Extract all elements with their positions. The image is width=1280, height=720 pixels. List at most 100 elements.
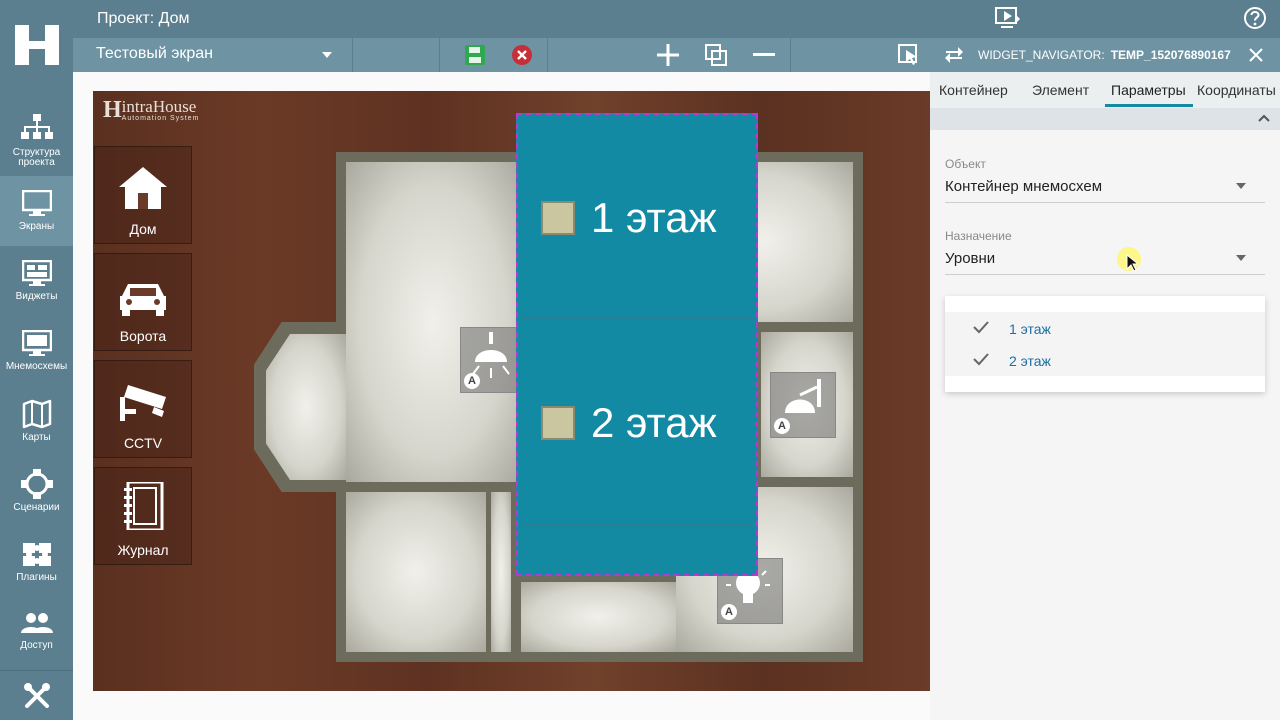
save-button[interactable] bbox=[453, 38, 497, 72]
house-icon bbox=[119, 167, 167, 209]
editor-toolbar: Тестовый экран bbox=[73, 38, 930, 72]
tools-button[interactable] bbox=[0, 670, 73, 720]
remove-button[interactable] bbox=[742, 38, 786, 72]
panel-header: WIDGET_NAVIGATOR: TEMP_152076890167 bbox=[930, 38, 1280, 72]
select-pointer-icon bbox=[898, 44, 917, 65]
purpose-underline bbox=[945, 274, 1265, 275]
auto-mode-badge: A bbox=[774, 418, 790, 434]
living-room bbox=[346, 162, 521, 482]
left-sidebar: Структура проекта Экраны Виджеты Мнемосх… bbox=[0, 0, 73, 720]
tab-coordinates[interactable]: Координаты bbox=[1197, 82, 1276, 98]
dropdown-option[interactable]: 2 этаж bbox=[945, 344, 1265, 376]
screen-select[interactable]: Тестовый экран bbox=[73, 38, 353, 72]
tile-label: Ворота bbox=[119, 328, 167, 344]
sidebar-item-label: Экраны bbox=[18, 221, 55, 232]
sidebar-item-label: Мнемосхемы bbox=[5, 361, 68, 372]
project-title: Проект: Дом bbox=[97, 10, 190, 27]
option-label: 1 этаж bbox=[1009, 321, 1051, 337]
active-tab-indicator bbox=[1105, 104, 1193, 107]
check-icon bbox=[973, 321, 989, 334]
logo-name: intraHouse bbox=[121, 97, 197, 116]
mnemo-icon bbox=[21, 330, 52, 356]
scenario-icon bbox=[20, 469, 53, 499]
tile-label: Дом bbox=[129, 221, 157, 237]
level-2-item[interactable]: 2 этаж bbox=[521, 322, 753, 525]
tile-journal[interactable]: Журнал bbox=[94, 467, 192, 565]
map-icon bbox=[22, 399, 51, 429]
minus-icon bbox=[753, 53, 775, 56]
sidebar-item-scenarios[interactable]: Сценарии bbox=[0, 456, 73, 526]
tile-label: Журнал bbox=[117, 542, 169, 558]
logo-subtitle: Automation System bbox=[121, 115, 200, 122]
preview-button[interactable] bbox=[995, 6, 1021, 37]
screen-select-value: Тестовый экран bbox=[96, 45, 213, 62]
sidebar-item-label: Виджеты bbox=[15, 291, 58, 302]
sidebar-item-mnemo[interactable]: Мнемосхемы bbox=[0, 316, 73, 386]
sidebar-item-label: Плагины bbox=[16, 572, 57, 583]
level-1-item[interactable]: 1 этаж bbox=[521, 117, 753, 320]
level-chip-icon bbox=[541, 200, 575, 235]
plus-icon bbox=[657, 44, 679, 66]
puzzle-icon bbox=[22, 543, 51, 566]
chevron-down-icon bbox=[1236, 183, 1246, 189]
panel-title: WIDGET_NAVIGATOR: TEMP_152076890167 bbox=[978, 48, 1231, 62]
auto-mode-badge: A bbox=[721, 604, 737, 620]
purpose-dropdown: 1 этаж 2 этаж bbox=[945, 296, 1265, 392]
tile-home[interactable]: Дом bbox=[94, 146, 192, 244]
logo-h-icon bbox=[14, 25, 59, 65]
object-select[interactable]: Контейнер мнемосхем bbox=[945, 178, 1102, 195]
cancel-button[interactable] bbox=[500, 38, 544, 72]
screen-stage[interactable]: H intraHouse Automation System Дом Ворот… bbox=[93, 91, 930, 691]
sidebar-item-label: Сценарии bbox=[13, 502, 60, 513]
select-tool-button[interactable] bbox=[887, 38, 931, 72]
purpose-select[interactable]: Уровни bbox=[945, 250, 995, 267]
tab-parameters[interactable]: Параметры bbox=[1111, 82, 1186, 98]
panel-tabs: Контейнер Элемент Параметры Координаты bbox=[930, 72, 1280, 108]
sidebar-item-plugins[interactable]: Плагины bbox=[0, 526, 73, 596]
editor-canvas: H intraHouse Automation System Дом Ворот… bbox=[73, 72, 930, 720]
sidebar-item-maps[interactable]: Карты bbox=[0, 386, 73, 456]
purpose-label: Назначение bbox=[945, 229, 1012, 243]
close-icon[interactable] bbox=[1249, 48, 1263, 62]
properties-panel: WIDGET_NAVIGATOR: TEMP_152076890167 Конте… bbox=[930, 38, 1280, 720]
tab-container[interactable]: Контейнер bbox=[939, 82, 1008, 98]
lamp-widget-right[interactable]: A bbox=[770, 372, 836, 438]
chevron-up-icon bbox=[1258, 114, 1270, 122]
widgets-icon bbox=[21, 260, 52, 286]
toolbar-divider bbox=[547, 38, 548, 72]
swap-icon[interactable] bbox=[944, 47, 964, 63]
copy-icon bbox=[705, 44, 727, 66]
storage-rooms bbox=[521, 582, 676, 652]
sidebar-item-structure[interactable]: Структура проекта bbox=[0, 106, 73, 176]
check-icon bbox=[973, 353, 989, 366]
structure-icon bbox=[20, 114, 53, 139]
object-underline bbox=[945, 202, 1265, 203]
camera-icon bbox=[120, 385, 166, 421]
tile-cctv[interactable]: CCTV bbox=[94, 360, 192, 458]
add-button[interactable] bbox=[646, 38, 690, 72]
car-icon bbox=[120, 284, 166, 316]
level-label: 1 этаж bbox=[591, 193, 717, 241]
play-screen-icon bbox=[995, 7, 1020, 28]
corridor bbox=[491, 492, 511, 652]
chevron-down-icon bbox=[322, 52, 332, 58]
screen-icon bbox=[21, 190, 52, 216]
mnemo-container-selected[interactable]: 1 этаж 2 этаж bbox=[516, 113, 758, 576]
sidebar-item-access[interactable]: Доступ bbox=[0, 596, 73, 666]
users-icon bbox=[20, 613, 53, 633]
toolbar-divider bbox=[790, 38, 791, 72]
bedroom bbox=[346, 492, 486, 652]
collapse-bar[interactable] bbox=[930, 108, 1280, 130]
help-button[interactable] bbox=[1243, 6, 1267, 35]
chevron-down-icon bbox=[1236, 255, 1246, 261]
sidebar-item-screens[interactable]: Экраны bbox=[0, 176, 73, 246]
toolbar-divider bbox=[439, 38, 440, 72]
copy-button[interactable] bbox=[694, 38, 738, 72]
sidebar-item-widgets[interactable]: Виджеты bbox=[0, 246, 73, 316]
intrahouse-logo: H intraHouse Automation System bbox=[103, 97, 200, 122]
tile-gates[interactable]: Ворота bbox=[94, 253, 192, 351]
dropdown-option[interactable]: 1 этаж bbox=[945, 312, 1265, 344]
level-label: 2 этаж bbox=[591, 398, 717, 446]
app-logo[interactable] bbox=[0, 0, 73, 90]
tab-element[interactable]: Элемент bbox=[1032, 82, 1089, 98]
